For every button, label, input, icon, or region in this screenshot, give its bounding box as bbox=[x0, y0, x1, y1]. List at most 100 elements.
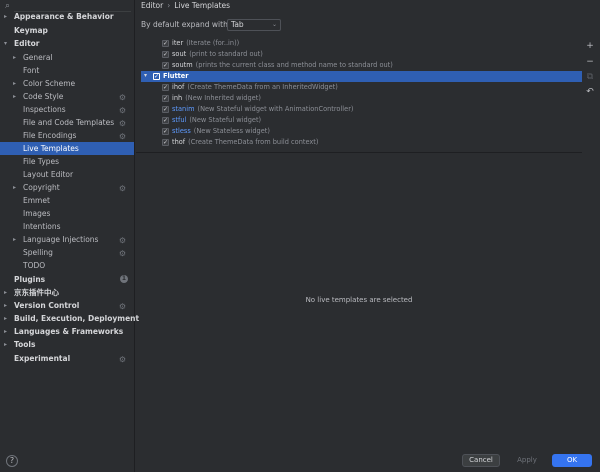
template-row[interactable]: ✓ stless (New Stateless widget) bbox=[141, 126, 582, 137]
expand-with-row: By default expand with Tab ⌄ bbox=[141, 19, 281, 31]
sidebar-item[interactable]: Layout Editor bbox=[0, 168, 134, 181]
sidebar-item[interactable]: TODO bbox=[0, 259, 134, 272]
sidebar-item-label: Languages & Frameworks bbox=[14, 327, 124, 336]
dialog-footer: Cancel Apply OK bbox=[136, 450, 600, 472]
help-button[interactable]: ? bbox=[6, 455, 18, 467]
remove-icon[interactable]: − bbox=[582, 56, 598, 68]
template-checkbox[interactable]: ✓ bbox=[162, 117, 169, 124]
template-description: (New Stateless widget) bbox=[193, 127, 270, 135]
template-checkbox[interactable]: ✓ bbox=[162, 84, 169, 91]
copy-icon[interactable]: ⧉ bbox=[582, 71, 598, 83]
template-row[interactable]: ✓ stanim (New Stateful widget with Animati… bbox=[141, 104, 582, 115]
ok-button[interactable]: OK bbox=[552, 454, 592, 467]
template-abbreviation: Flutter bbox=[163, 71, 189, 82]
chevron-right-icon[interactable]: ▸ bbox=[4, 299, 7, 312]
template-checkbox[interactable]: ✓ bbox=[162, 106, 169, 113]
template-checkbox[interactable]: ✓ bbox=[162, 139, 169, 146]
template-checkbox[interactable]: ✓ bbox=[162, 128, 169, 135]
sidebar-item[interactable]: ▸ Language Injections ⚙ bbox=[0, 233, 134, 246]
template-abbreviation: thof (Create ThemeData from build context… bbox=[172, 137, 318, 148]
sidebar-item[interactable]: Spelling ⚙ bbox=[0, 246, 134, 259]
template-checkbox[interactable]: ✓ bbox=[153, 73, 160, 80]
sidebar-item[interactable]: ▾ Editor bbox=[0, 37, 134, 50]
sidebar-item[interactable]: File Types bbox=[0, 155, 134, 168]
chevron-right-icon[interactable]: ▸ bbox=[4, 338, 7, 351]
chevron-right-icon[interactable]: ▸ bbox=[13, 233, 16, 246]
sidebar-item-label: File and Code Templates bbox=[23, 118, 115, 127]
template-description: (Create ThemeData from an InheritedWidge… bbox=[187, 83, 338, 91]
sidebar-item-label: Intentions bbox=[23, 222, 61, 231]
sidebar-item-label: Editor bbox=[14, 39, 40, 48]
sidebar-item[interactable]: File and Code Templates ⚙ bbox=[0, 116, 134, 129]
chevron-right-icon[interactable]: ▸ bbox=[4, 286, 7, 299]
chevron-down-icon[interactable]: ▾ bbox=[144, 71, 147, 82]
template-description: (New Stateful widget with AnimationContr… bbox=[197, 105, 354, 113]
sidebar-item-label: Emmet bbox=[23, 196, 50, 205]
sidebar-item-label: Images bbox=[23, 209, 51, 218]
sidebar-item[interactable]: ▸ Languages & Frameworks bbox=[0, 325, 134, 338]
breadcrumb-parent[interactable]: Editor bbox=[141, 1, 163, 10]
sidebar-item-label: Language Injections bbox=[23, 235, 99, 244]
sidebar-item[interactable]: Live Templates bbox=[0, 142, 134, 155]
chevron-right-icon[interactable]: ▸ bbox=[4, 10, 7, 23]
sidebar-item[interactable]: ▸ Tools bbox=[0, 338, 134, 351]
sidebar-item[interactable]: ▸ Code Style ⚙ bbox=[0, 90, 134, 103]
sidebar-item[interactable]: Intentions bbox=[0, 220, 134, 233]
sidebar-item-label: Version Control bbox=[14, 301, 80, 310]
template-abbreviation: inh (New Inherited widget) bbox=[172, 93, 261, 104]
sidebar-item[interactable]: Experimental ⚙ bbox=[0, 352, 134, 365]
restore-icon[interactable]: ↶ bbox=[582, 86, 598, 98]
chevron-down-icon: ⌄ bbox=[271, 21, 277, 28]
template-row[interactable]: ✓ inh (New Inherited widget) bbox=[141, 93, 582, 104]
sidebar-item[interactable]: ▸ Copyright ⚙ bbox=[0, 181, 134, 194]
sidebar-item[interactable]: ▸ 京东插件中心 bbox=[0, 286, 134, 299]
cancel-button[interactable]: Cancel bbox=[462, 454, 500, 467]
sidebar-item[interactable]: ▸ Version Control ⚙ bbox=[0, 299, 134, 312]
template-abbreviation-text: sout bbox=[172, 50, 187, 58]
template-row[interactable]: ✓ soutm (prints the current class and meth… bbox=[141, 60, 582, 71]
template-row[interactable]: ✓ iter (Iterate (for..in)) bbox=[141, 38, 582, 49]
chevron-down-icon[interactable]: ▾ bbox=[4, 37, 7, 50]
template-row[interactable]: ✓ ihof (Create ThemeData from an Inherited… bbox=[141, 82, 582, 93]
breadcrumb: Editor › Live Templates bbox=[141, 1, 230, 11]
sidebar-item[interactable]: Font bbox=[0, 64, 134, 77]
template-checkbox[interactable]: ✓ bbox=[162, 62, 169, 69]
empty-selection-message: No live templates are selected bbox=[305, 296, 413, 304]
template-abbreviation: sout (print to standard out) bbox=[172, 49, 263, 60]
breadcrumb-separator: › bbox=[167, 1, 171, 10]
apply-button[interactable]: Apply bbox=[508, 454, 546, 467]
chevron-right-icon[interactable]: ▸ bbox=[4, 312, 7, 325]
template-checkbox[interactable]: ✓ bbox=[162, 95, 169, 102]
sidebar-item[interactable]: Plugins 1 bbox=[0, 273, 134, 286]
sidebar-item-label: File Encodings bbox=[23, 131, 77, 140]
sidebar-item[interactable]: Keymap bbox=[0, 24, 134, 37]
sidebar-item[interactable]: ▸ Appearance & Behavior bbox=[0, 10, 134, 23]
chevron-right-icon[interactable]: ▸ bbox=[13, 181, 16, 194]
template-checkbox[interactable]: ✓ bbox=[162, 51, 169, 58]
template-row[interactable]: ✓ thof (Create ThemeData from build contex… bbox=[141, 137, 582, 148]
sidebar-item[interactable]: ▸ General bbox=[0, 51, 134, 64]
template-row[interactable]: ✓ stful (New Stateful widget) bbox=[141, 115, 582, 126]
sidebar-item[interactable]: Images bbox=[0, 207, 134, 220]
sidebar-item[interactable]: File Encodings ⚙ bbox=[0, 129, 134, 142]
sidebar-item[interactable]: Inspections ⚙ bbox=[0, 103, 134, 116]
template-abbreviation: stanim (New Stateful widget with Animatio… bbox=[172, 104, 353, 115]
template-checkbox[interactable]: ✓ bbox=[162, 40, 169, 47]
sidebar-item[interactable]: ▸ Color Scheme bbox=[0, 77, 134, 90]
chevron-right-icon[interactable]: ▸ bbox=[13, 51, 16, 64]
chevron-right-icon[interactable]: ▸ bbox=[4, 325, 7, 338]
template-description: (prints the current class and method nam… bbox=[195, 61, 393, 69]
sidebar-item-label: Keymap bbox=[14, 26, 48, 35]
add-icon[interactable]: + bbox=[582, 40, 598, 52]
sidebar-item[interactable]: ▸ Build, Execution, Deployment bbox=[0, 312, 139, 325]
template-abbreviation-text: stless bbox=[172, 127, 191, 135]
expand-with-select[interactable]: Tab ⌄ bbox=[227, 19, 281, 31]
template-description: (print to standard out) bbox=[189, 50, 263, 58]
chevron-right-icon[interactable]: ▸ bbox=[13, 90, 16, 103]
template-row[interactable]: ✓ sout (print to standard out) bbox=[141, 49, 582, 60]
template-group-row[interactable]: ▾ ✓ Flutter bbox=[141, 71, 582, 82]
sidebar-item[interactable]: Emmet bbox=[0, 194, 134, 207]
sidebar-item-label: General bbox=[23, 53, 53, 62]
chevron-right-icon[interactable]: ▸ bbox=[13, 77, 16, 90]
template-abbreviation-text: thof bbox=[172, 138, 186, 146]
